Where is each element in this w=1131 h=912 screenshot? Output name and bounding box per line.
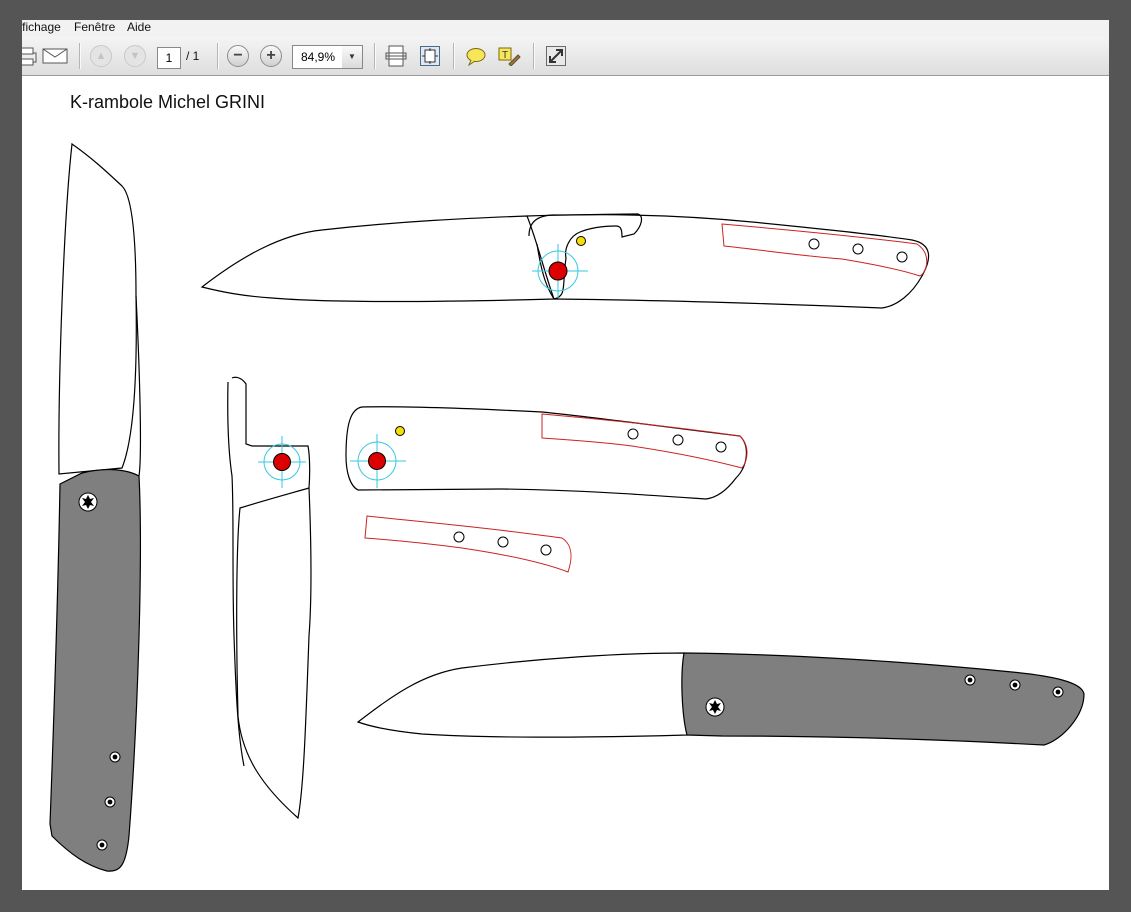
rivet-hole (715, 441, 727, 453)
email-icon (42, 48, 68, 64)
comment-icon (466, 48, 486, 66)
print-icon (22, 47, 37, 66)
rivet-hole (540, 544, 552, 556)
fit-width-icon (385, 45, 407, 67)
toolbar: ▲ ▼ 1 / 1 − + 84,9% ▼ T (22, 37, 1109, 76)
expand-icon (546, 46, 566, 66)
zoom-in-button[interactable]: + (258, 43, 284, 69)
next-page-icon: ▼ (124, 45, 146, 67)
print-button[interactable] (22, 43, 40, 69)
fit-page-button[interactable] (417, 43, 443, 69)
zoom-dropdown-icon[interactable]: ▼ (342, 45, 363, 69)
scale-template-outline (364, 515, 572, 573)
document-page: K-rambole Michel GRINI (22, 76, 1109, 890)
toolbar-separator (79, 43, 81, 69)
toolbar-separator (217, 43, 219, 69)
comment-button[interactable] (463, 43, 489, 69)
rivet-hole (497, 536, 509, 548)
screw-icon (109, 751, 121, 763)
screw-icon (1009, 679, 1021, 691)
handle-profile-view (345, 406, 747, 500)
page-number-input[interactable]: 1 (157, 47, 181, 69)
bottom-knife-view (356, 652, 1085, 746)
rivet-hole (672, 434, 684, 446)
svg-text:T: T (502, 50, 508, 61)
rivet-hole (453, 531, 465, 543)
zoom-out-icon: − (227, 45, 249, 67)
stop-pin (576, 236, 586, 246)
bottom-blade (356, 652, 695, 738)
toolbar-separator (453, 43, 455, 69)
open-knife-outline (200, 213, 930, 309)
top-blade (200, 215, 555, 303)
screw-icon (104, 796, 116, 808)
email-button[interactable] (42, 43, 68, 69)
highlight-icon: T (498, 47, 521, 66)
zoom-in-icon: + (260, 45, 282, 67)
menu-bar: ffichage Fenêtre Aide (22, 20, 1109, 37)
vertical-blade (58, 142, 137, 475)
menu-item-aide[interactable]: Aide (127, 20, 151, 34)
expand-button[interactable] (543, 43, 569, 69)
page-count: / 1 (186, 49, 200, 63)
top-template-outline (721, 223, 928, 277)
blade-detail-view (227, 376, 312, 820)
toolbar-separator (374, 43, 376, 69)
rivet-hole (852, 243, 864, 255)
bottom-handle (681, 652, 1085, 746)
highlight-button[interactable]: T (496, 43, 522, 69)
screw-icon (96, 839, 108, 851)
screw-icon (1052, 686, 1064, 698)
stop-pin (395, 426, 405, 436)
rivet-hole (896, 251, 908, 263)
fit-width-button[interactable] (383, 43, 409, 69)
next-page-button[interactable]: ▼ (122, 43, 148, 69)
prev-page-button[interactable]: ▲ (88, 43, 114, 69)
rivet-hole (627, 428, 639, 440)
screw-icon (964, 674, 976, 686)
menu-item-affichage[interactable]: ffichage (22, 20, 61, 34)
torx-screw-icon (705, 697, 725, 717)
fit-page-icon (420, 46, 440, 66)
zoom-level-input[interactable]: 84,9% (292, 45, 344, 69)
toolbar-separator (533, 43, 535, 69)
torx-screw-icon (78, 492, 98, 512)
menu-item-fenetre[interactable]: Fenêtre (74, 20, 115, 34)
top-handle (526, 214, 930, 309)
rivet-hole (808, 238, 820, 250)
pdf-viewer-window: ffichage Fenêtre Aide ▲ ▼ 1 / 1 − + 84,9… (22, 20, 1109, 890)
zoom-out-button[interactable]: − (225, 43, 251, 69)
vertical-handle (49, 469, 141, 872)
prev-page-icon: ▲ (90, 45, 112, 67)
knife-drawing (49, 142, 1085, 872)
